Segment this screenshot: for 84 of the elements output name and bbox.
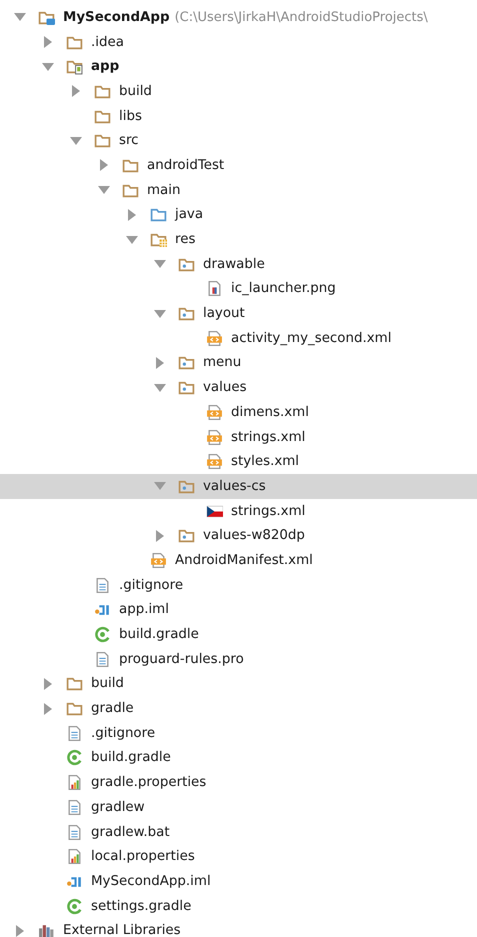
tree-item-label[interactable]: res (175, 232, 196, 248)
expanded-arrow-icon[interactable] (154, 310, 166, 318)
folder-icon (178, 305, 195, 322)
tree-item-label[interactable]: strings.xml (231, 430, 306, 445)
tree-item-label[interactable]: build (119, 84, 152, 99)
expanded-arrow-icon[interactable] (126, 236, 138, 244)
tree-item-label[interactable]: local.properties (91, 849, 195, 864)
tree-item-label[interactable]: app.iml (119, 602, 169, 618)
expanded-arrow-icon[interactable] (154, 482, 166, 490)
tree-item-label[interactable]: gradle (91, 701, 134, 716)
gradle-icon (66, 898, 83, 915)
tree-item-label[interactable]: External Libraries (63, 923, 181, 937)
collapsed-arrow-icon[interactable] (44, 36, 52, 48)
file-icon (66, 824, 83, 841)
file-icon (94, 650, 111, 668)
tree-item-label[interactable]: strings.xml (231, 504, 306, 519)
tree-item-label[interactable]: AndroidManifest.xml (175, 552, 313, 568)
tree-item-label[interactable]: build (91, 676, 124, 692)
collapsed-arrow-icon[interactable] (72, 85, 80, 98)
collapsed-arrow-icon[interactable] (44, 678, 52, 690)
expanded-arrow-icon[interactable] (42, 62, 54, 71)
folder-icon (150, 206, 167, 224)
collapsed-arrow-icon[interactable] (128, 208, 136, 221)
collapsed-arrow-icon[interactable] (156, 356, 164, 369)
tree-item-label[interactable]: values-cs (203, 478, 266, 494)
tree-item-label[interactable]: src (119, 133, 139, 148)
tree-item-label[interactable]: drawable (203, 256, 265, 272)
tree-item-label[interactable]: MySecondApp.iml (91, 874, 211, 889)
tree-item-label[interactable]: main (147, 182, 180, 198)
tree-item-label[interactable]: layout (203, 306, 245, 322)
xml-file-icon (206, 404, 223, 421)
collapsed-arrow-icon[interactable] (16, 924, 24, 937)
project-path: (C:\Users\JirkaH\AndroidStudioProjects\ (174, 10, 428, 25)
collapsed-arrow-icon[interactable] (156, 530, 164, 542)
tree-item-label[interactable]: gradlew.bat (91, 824, 170, 840)
properties-file-icon (66, 848, 83, 866)
tree-item-label[interactable]: activity_my_second.xml (231, 330, 392, 346)
folder-icon (150, 231, 167, 248)
tree-item-label[interactable]: styles.xml (231, 454, 300, 470)
tree-item-label[interactable]: build.gradle (91, 750, 171, 766)
file-icon (66, 798, 83, 816)
tree-item-label[interactable]: gradle.properties (91, 775, 206, 790)
image-file-icon (206, 280, 223, 298)
folder-icon (66, 675, 83, 692)
tree-item-label[interactable]: .idea (91, 34, 124, 50)
properties-file-icon (66, 774, 83, 792)
tree-item-label[interactable]: MySecondApp (63, 10, 170, 25)
tree-item-label[interactable]: menu (203, 355, 242, 370)
tree-item-label[interactable]: proguard-rules.pro (119, 652, 244, 667)
tree-item-label[interactable]: values (203, 380, 247, 396)
tree-item-label[interactable]: settings.gradle (91, 898, 192, 914)
tree-item-label[interactable]: androidTest (147, 158, 224, 173)
folder-icon (178, 354, 195, 372)
tree-item-label[interactable]: java (175, 207, 204, 222)
folder-icon (178, 527, 195, 544)
tree-item-label[interactable]: ic_launcher.png (231, 281, 336, 296)
tree-item-label[interactable]: gradlew (91, 800, 145, 815)
folder-icon (66, 58, 83, 76)
file-icon (94, 576, 111, 594)
gradle-icon (94, 626, 111, 644)
expanded-arrow-icon[interactable] (70, 136, 82, 145)
tree-item-label[interactable]: values-w820dp (203, 528, 305, 544)
tree-item-label[interactable]: .gitignore (91, 726, 156, 741)
expanded-arrow-icon[interactable] (14, 13, 26, 22)
xml-file-icon (206, 428, 223, 446)
file-icon (66, 724, 83, 742)
folder-icon (94, 132, 111, 150)
xml-file-icon (206, 330, 223, 347)
tree-item-label[interactable]: app (91, 59, 120, 74)
expanded-arrow-icon[interactable] (154, 384, 166, 392)
xml-file-icon (206, 453, 223, 470)
folder-icon (178, 379, 195, 396)
libraries-icon (38, 922, 55, 937)
expanded-arrow-icon[interactable] (98, 186, 110, 194)
folder-icon (66, 700, 83, 718)
gradle-icon (66, 749, 83, 766)
tree-item-label[interactable]: build.gradle (119, 627, 199, 642)
expanded-arrow-icon[interactable] (154, 260, 166, 268)
collapsed-arrow-icon[interactable] (100, 159, 108, 172)
collapsed-arrow-icon[interactable] (44, 702, 52, 715)
tree-item-label[interactable]: .gitignore (119, 578, 184, 593)
tree-item-label[interactable]: libs (119, 108, 142, 124)
tree-item-label[interactable]: dimens.xml (231, 404, 309, 420)
xml-file-icon (150, 552, 167, 569)
